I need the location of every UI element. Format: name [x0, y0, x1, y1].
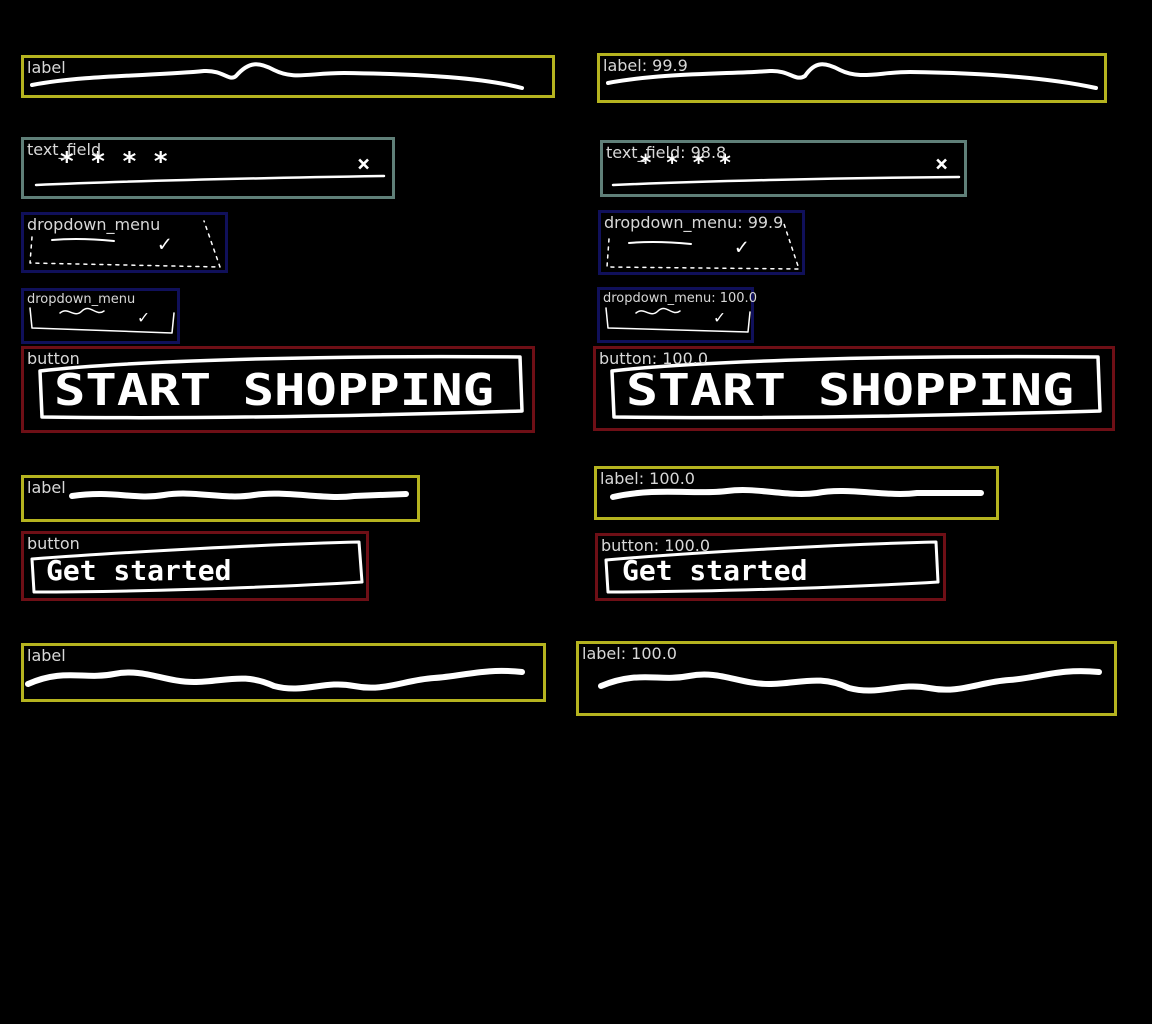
- box-tag: label: [27, 646, 66, 665]
- box-tag: label: 100.0: [582, 644, 677, 663]
- button-sketch-text: START SHOPPING: [626, 365, 1074, 416]
- scribble-line: [25, 667, 525, 692]
- button-sketch-text: START SHOPPING: [54, 365, 494, 416]
- button-sketch-text: Get started: [46, 554, 231, 587]
- label-box-2-right: label: 100.0: [594, 466, 999, 520]
- box-tag: dropdown_menu: [27, 215, 161, 234]
- dropdown-box-1-left[interactable]: dropdown_menu ✓: [21, 212, 228, 273]
- clear-icon[interactable]: ×: [357, 152, 370, 177]
- clear-icon[interactable]: ×: [935, 152, 948, 177]
- dropdown-box-2-left[interactable]: dropdown_menu ✓: [21, 288, 180, 344]
- box-tag: button: [27, 534, 80, 553]
- box-tag: button: [27, 349, 80, 368]
- button-box-1-left[interactable]: button START SHOPPING: [21, 346, 535, 433]
- box-tag: text_field: [27, 140, 102, 159]
- box-tag: label: 100.0: [600, 469, 695, 488]
- text-field-box-left[interactable]: text_field * * * * ×: [21, 137, 395, 199]
- box-tag: dropdown_menu: [27, 292, 136, 307]
- dropdown-box-1-right[interactable]: dropdown_menu: 99.9 ✓: [598, 210, 805, 275]
- label-box-1-left: label: [21, 55, 555, 98]
- box-tag: label: 99.9: [603, 56, 688, 75]
- box-tag: button: 100.0: [599, 349, 709, 368]
- box-tag: dropdown_menu: 99.9: [604, 213, 784, 232]
- scribble-line: [69, 490, 409, 500]
- check-icon: ✓: [714, 307, 725, 328]
- label-box-3-left: label: [21, 643, 546, 702]
- label-box-1-right: label: 99.9: [597, 53, 1107, 103]
- button-sketch: START SHOPPING: [38, 354, 524, 420]
- text-field-box-right[interactable]: text_field: 98.8 * * * * ×: [600, 140, 967, 197]
- button-box-1-right[interactable]: button: 100.0 START SHOPPING: [593, 346, 1115, 431]
- box-tag: button: 100.0: [601, 536, 711, 555]
- box-tag: label: [27, 478, 66, 497]
- check-icon: ✓: [158, 232, 171, 257]
- label-box-2-left: label: [21, 475, 420, 522]
- button-sketch-text: Get started: [622, 554, 807, 587]
- box-tag: dropdown_menu: 100.0: [603, 291, 757, 306]
- label-box-3-right: label: 100.0: [576, 641, 1117, 716]
- check-icon: ✓: [138, 307, 149, 328]
- button-box-2-left[interactable]: button Get started: [21, 531, 369, 601]
- box-tag: text_field: 98.8: [606, 143, 727, 162]
- scribble-line: [30, 62, 524, 90]
- dropdown-box-2-right[interactable]: dropdown_menu: 100.0 ✓: [597, 287, 757, 343]
- button-box-2-right[interactable]: button: 100.0 Get started: [595, 533, 946, 601]
- box-tag: label: [27, 58, 66, 77]
- check-icon: ✓: [735, 235, 748, 260]
